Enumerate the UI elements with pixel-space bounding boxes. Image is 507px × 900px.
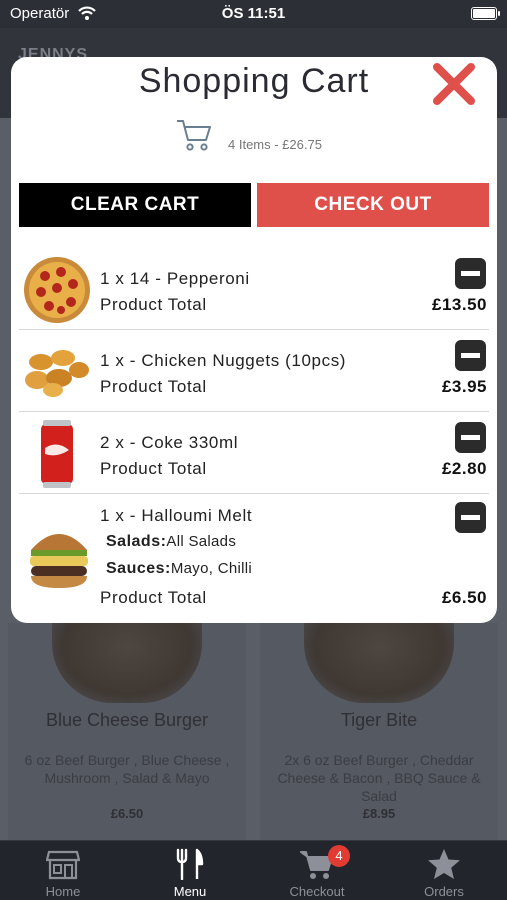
cart-item: 2 x - Coke 330ml Product Total £2.80: [11, 412, 497, 494]
close-icon[interactable]: [431, 61, 477, 107]
cart-icon: [177, 120, 211, 151]
status-bar: Operatör ÖS 11:51: [0, 0, 507, 28]
star-icon: [428, 849, 460, 879]
tab-home[interactable]: Home: [0, 841, 126, 900]
modal-title: Shopping Cart: [138, 62, 370, 100]
product-total-label: Product Total: [100, 588, 207, 607]
cart-item: 1 x - Halloumi Melt Salads:All Salads Sa…: [11, 494, 497, 623]
item-description: 2 x - Coke 330ml: [100, 433, 239, 452]
tab-checkout[interactable]: 4 Checkout: [254, 841, 380, 900]
remove-item-button[interactable]: [455, 422, 486, 453]
menu-card: Tiger Bite 2x 6 oz Beef Burger , Cheddar…: [260, 623, 498, 843]
menu-card-name: Blue Cheese Burger: [45, 710, 209, 730]
nuggets-image: [25, 350, 89, 397]
tab-label: Home: [45, 884, 81, 899]
option-value: Mayo, Chilli: [170, 560, 252, 577]
menu-card: Blue Cheese Burger 6 oz Beef Burger , Bl…: [8, 623, 246, 843]
pizza-image: [24, 257, 90, 323]
item-price: £6.50: [441, 588, 487, 607]
tab-bar: Home Menu 4 Checkout Orders: [0, 840, 507, 900]
battery-icon: [471, 7, 500, 20]
item-price: £3.95: [441, 377, 487, 396]
cart-count-badge: 4: [328, 845, 350, 867]
product-total-label: Product Total: [100, 459, 207, 478]
remove-item-button[interactable]: [455, 340, 486, 371]
clear-cart-button[interactable]: CLEAR CART: [19, 183, 251, 227]
item-description: 1 x - Halloumi Melt: [100, 506, 253, 525]
item-option-salads: Salads:All Salads: [106, 533, 236, 551]
item-description: 1 x - Chicken Nuggets (10pcs): [100, 351, 347, 370]
option-label: Sauces:: [106, 560, 171, 577]
menu-card-name: Tiger Bite: [340, 710, 418, 730]
clock: ÖS 11:51: [221, 5, 286, 22]
cart-item: 1 x - Chicken Nuggets (10pcs) Product To…: [11, 330, 497, 412]
menu-card-description: 2x 6 oz Beef Burger , Cheddar Cheese & B…: [277, 752, 481, 804]
store-icon: [46, 850, 80, 880]
burger-image: [52, 623, 202, 703]
remove-item-button[interactable]: [455, 502, 486, 533]
tab-label: Orders: [424, 884, 464, 899]
item-option-sauces: Sauces:Mayo, Chilli: [106, 560, 252, 578]
menu-card-price: £6.50: [110, 806, 144, 821]
item-description: 1 x 14 - Pepperoni: [100, 269, 250, 288]
product-total-label: Product Total: [100, 295, 207, 314]
tab-menu[interactable]: Menu: [127, 841, 253, 900]
product-total-label: Product Total: [100, 377, 207, 396]
fork-knife-icon: [176, 848, 204, 880]
item-price: £13.50: [432, 295, 487, 314]
cart-summary: 4 Items - £26.75: [228, 137, 322, 152]
burger-image: [30, 534, 88, 588]
tab-orders[interactable]: Orders: [381, 841, 507, 900]
menu-card-description: 6 oz Beef Burger , Blue Cheese , Mushroo…: [24, 752, 230, 786]
option-label: Salads:: [106, 533, 167, 550]
tab-label: Menu: [173, 884, 207, 899]
burger-image: [304, 623, 454, 703]
menu-card-price: £8.95: [362, 806, 396, 821]
coke-can-image: [41, 420, 73, 488]
shopping-cart-modal: Shopping Cart 4 Items - £26.75 CLEAR CAR…: [11, 57, 497, 623]
remove-item-button[interactable]: [455, 258, 486, 289]
option-value: All Salads: [166, 533, 237, 550]
check-out-button[interactable]: CHECK OUT: [257, 183, 489, 227]
item-price: £2.80: [441, 459, 487, 478]
tab-label: Checkout: [289, 884, 345, 899]
cart-item: 1 x 14 - Pepperoni Product Total £13.50: [11, 248, 497, 330]
